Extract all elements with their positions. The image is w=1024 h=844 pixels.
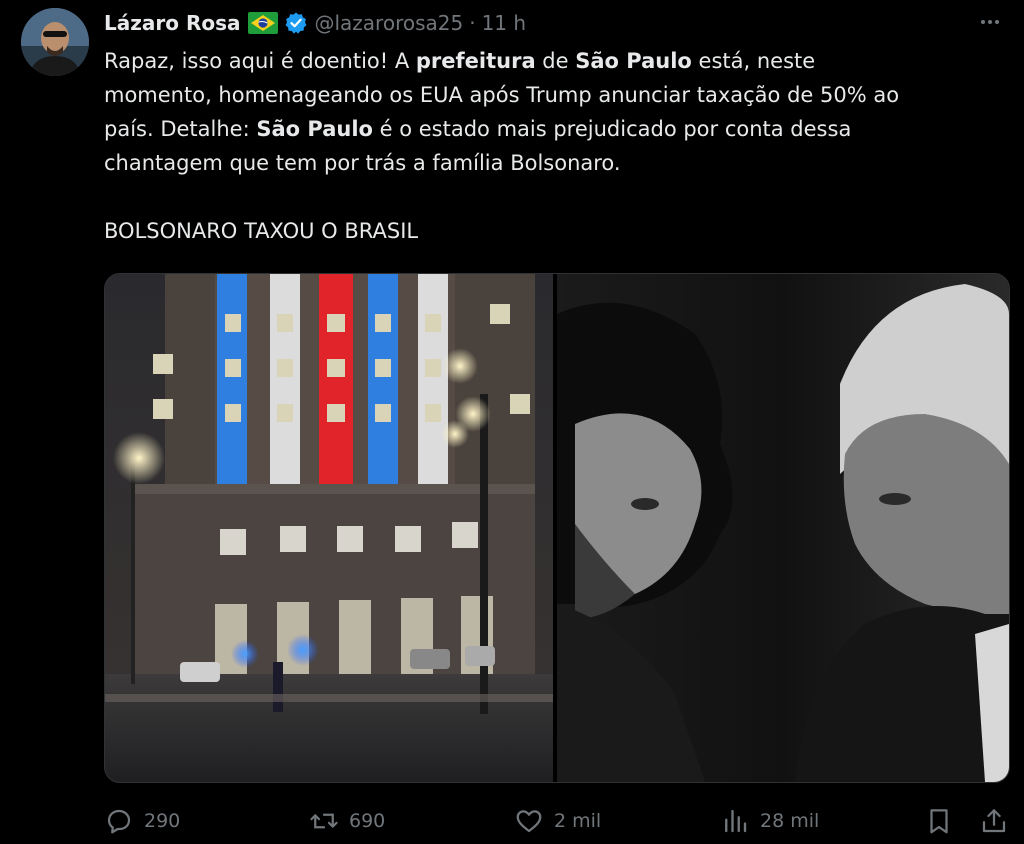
share-icon	[979, 806, 1019, 836]
tweet-text: Rapaz, isso aqui é doentio! A prefeitura…	[104, 44, 1014, 248]
heart-icon	[514, 806, 554, 836]
timestamp[interactable]: 11 h	[482, 11, 526, 35]
like-button[interactable]: 2 mil	[514, 806, 601, 836]
tweet[interactable]: Lázaro Rosa @lazarorosa25 · 11 h Rapaz, …	[0, 0, 1024, 844]
share-button[interactable]	[979, 806, 1019, 836]
views-count: 28 mil	[760, 810, 820, 832]
tweet-line-4: chantagem que tem por trás a família Bol…	[104, 151, 621, 175]
tweet-line-3: país. Detalhe: São Paulo é o estado mais…	[104, 117, 852, 141]
bookmark-button[interactable]	[924, 806, 964, 836]
views-button[interactable]: 28 mil	[720, 806, 819, 836]
more-options-icon[interactable]	[974, 6, 1006, 38]
author-name[interactable]: Lázaro Rosa	[104, 11, 240, 35]
verified-badge-icon[interactable]	[284, 11, 308, 35]
repost-count: 690	[349, 810, 386, 832]
reply-count: 290	[144, 810, 181, 832]
bookmark-icon	[924, 806, 964, 836]
tweet-header: Lázaro Rosa @lazarorosa25 · 11 h	[104, 8, 526, 38]
tweet-line-2: momento, homenageando os EUA após Trump …	[104, 83, 900, 107]
repost-button[interactable]: 690	[309, 806, 385, 836]
brazil-flag-icon	[248, 12, 279, 34]
repost-icon	[309, 806, 349, 836]
separator-dot: ·	[469, 11, 476, 35]
building-image[interactable]	[105, 274, 553, 782]
tweet-line-1: Rapaz, isso aqui é doentio! A prefeitura…	[104, 49, 816, 73]
author-handle[interactable]: @lazarorosa25	[314, 11, 463, 35]
media-grid[interactable]	[104, 273, 1010, 783]
tweet-line-5: BOLSONARO TAXOU O BRASIL	[104, 219, 419, 243]
like-count: 2 mil	[554, 810, 602, 832]
reply-icon	[104, 806, 144, 836]
avatar[interactable]	[21, 8, 89, 76]
views-chart-icon	[720, 806, 760, 836]
action-bar: 290 690 2 mil 28 mil	[104, 800, 1014, 844]
reply-button[interactable]: 290	[104, 806, 180, 836]
portrait-image[interactable]	[557, 274, 1009, 782]
